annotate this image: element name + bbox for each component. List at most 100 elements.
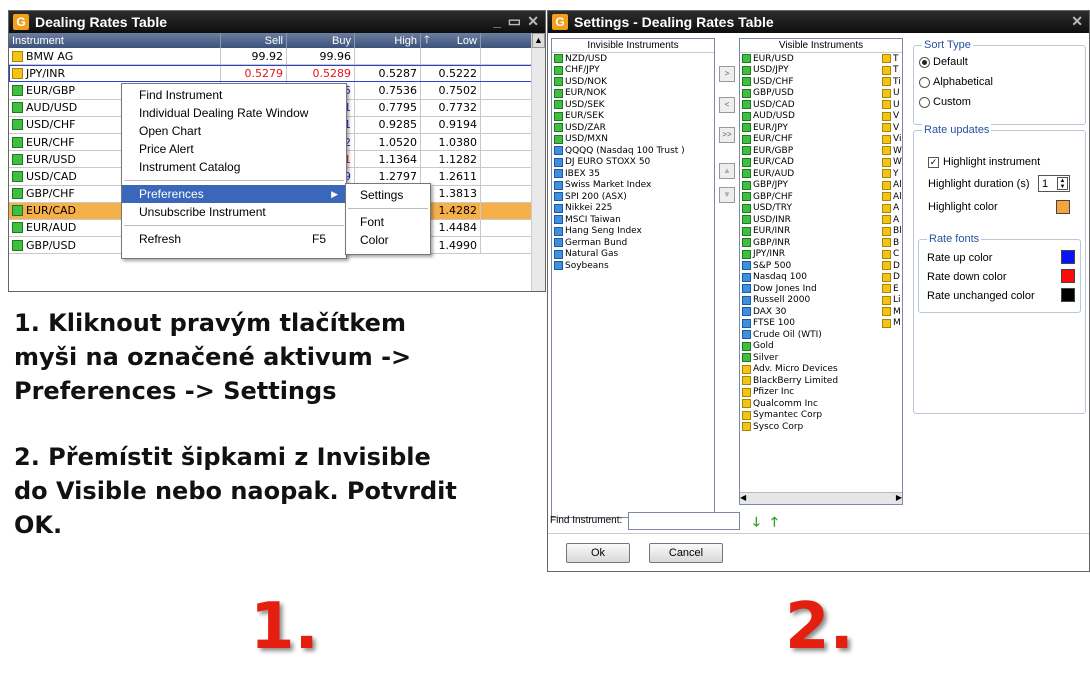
list-item[interactable]: USD/ZAR — [552, 122, 714, 134]
menu-unsubscribe[interactable]: Unsubscribe Instrument — [122, 203, 346, 221]
list-item[interactable]: DJ EURO STOXX 50 — [552, 157, 714, 169]
col-header-buy[interactable]: Buy — [287, 33, 355, 48]
list-item[interactable]: W — [880, 145, 902, 157]
submenu-font[interactable]: Font — [346, 213, 430, 231]
cancel-button[interactable]: Cancel — [649, 543, 723, 563]
list-item[interactable]: GBP/USD — [740, 88, 880, 100]
rate-up-color-swatch[interactable] — [1061, 250, 1075, 264]
list-item[interactable]: EUR/INR — [740, 226, 880, 238]
list-item[interactable]: EUR/GBP — [740, 145, 880, 157]
list-item[interactable]: Al — [880, 180, 902, 192]
visible-list-hscroll[interactable]: ◀ ▶ — [740, 492, 902, 504]
list-item[interactable]: IBEX 35 — [552, 168, 714, 180]
list-item[interactable]: USD/TRY — [740, 203, 880, 215]
list-item[interactable]: D — [880, 260, 902, 272]
rate-down-color-swatch[interactable] — [1061, 269, 1075, 283]
list-item[interactable]: USD/NOK — [552, 76, 714, 88]
list-item[interactable]: Y — [880, 168, 902, 180]
find-instrument-input[interactable] — [628, 512, 740, 530]
list-item[interactable]: CHF/JPY — [552, 65, 714, 77]
list-item[interactable]: Ti — [880, 76, 902, 88]
list-item[interactable]: M — [880, 318, 902, 330]
list-item[interactable]: Dow Jones Ind — [740, 283, 880, 295]
table-row[interactable]: BMW AG 99.92 99.96 — [9, 48, 533, 66]
list-item[interactable]: USD/CHF — [740, 76, 880, 88]
list-item[interactable]: Nikkei 225 — [552, 203, 714, 215]
list-item[interactable]: Adv. Micro Devices — [740, 364, 880, 376]
move-down-button[interactable]: ▼ — [719, 187, 735, 203]
close-icon[interactable]: ✕ — [527, 13, 539, 30]
submenu-color[interactable]: Color — [346, 231, 430, 249]
list-item[interactable]: E — [880, 283, 902, 295]
col-header-instrument[interactable]: Instrument — [9, 33, 221, 48]
sort-alphabetical-radio[interactable]: Alphabetical — [919, 76, 993, 88]
list-item[interactable]: Vi — [880, 134, 902, 146]
list-item[interactable]: GBP/CHF — [740, 191, 880, 203]
list-item[interactable]: M — [880, 306, 902, 318]
list-item[interactable]: USD/INR — [740, 214, 880, 226]
list-item[interactable]: Hang Seng Index — [552, 226, 714, 238]
list-item[interactable]: EUR/CHF — [740, 134, 880, 146]
list-item[interactable]: EUR/USD — [740, 53, 880, 65]
list-item[interactable]: D — [880, 272, 902, 284]
list-item[interactable]: C — [880, 249, 902, 261]
list-item[interactable]: Pfizer Inc — [740, 387, 880, 399]
list-item[interactable]: Li — [880, 295, 902, 307]
ok-button[interactable]: Ok — [566, 543, 630, 563]
menu-individual-window[interactable]: Individual Dealing Rate Window — [122, 104, 346, 122]
minimize-icon[interactable]: _ — [493, 13, 501, 29]
list-item[interactable]: QQQQ (Nasdaq 100 Trust ) — [552, 145, 714, 157]
list-item[interactable]: AUD/USD — [740, 111, 880, 123]
list-item[interactable]: SPI 200 (ASX) — [552, 191, 714, 203]
close-icon[interactable]: ✕ — [1071, 13, 1083, 30]
invisible-instruments-list[interactable]: Invisible Instruments NZD/USD CHF/JPY USD/… — [551, 38, 715, 518]
list-item[interactable]: USD/CAD — [740, 99, 880, 111]
list-item[interactable]: Gold — [740, 341, 880, 353]
list-item[interactable]: T — [880, 53, 902, 65]
list-item[interactable]: GBP/JPY — [740, 180, 880, 192]
list-item[interactable]: German Bund — [552, 237, 714, 249]
find-up-arrow-icon[interactable]: 🡑 — [771, 513, 778, 535]
highlight-duration-stepper[interactable]: 1 ▲ ▼ — [1038, 175, 1070, 192]
list-item[interactable]: Natural Gas — [552, 249, 714, 261]
list-item[interactable]: EUR/NOK — [552, 88, 714, 100]
list-item[interactable]: Swiss Market Index — [552, 180, 714, 192]
list-item[interactable]: A — [880, 214, 902, 226]
list-item[interactable]: S&P 500 — [740, 260, 880, 272]
menu-refresh[interactable]: Refresh F5 — [122, 230, 346, 248]
list-item[interactable]: V — [880, 111, 902, 123]
visible-instruments-list[interactable]: Visible Instruments EUR/USD USD/JPY USD/CH… — [739, 38, 903, 505]
sort-custom-radio[interactable]: Custom — [919, 96, 971, 108]
scroll-left-icon[interactable]: ◀ — [740, 493, 746, 504]
menu-price-alert[interactable]: Price Alert — [122, 140, 346, 158]
sort-default-radio[interactable]: Default — [919, 56, 968, 68]
list-item[interactable]: Symantec Corp — [740, 410, 880, 422]
col-header-sell[interactable]: Sell — [221, 33, 287, 48]
move-right-button[interactable]: > — [719, 66, 735, 82]
list-item[interactable]: U — [880, 99, 902, 111]
highlight-color-swatch[interactable] — [1056, 200, 1070, 214]
move-up-button[interactable]: ▲ — [719, 163, 735, 179]
move-all-right-button[interactable]: >> — [719, 127, 735, 143]
menu-instrument-catalog[interactable]: Instrument Catalog — [122, 158, 346, 176]
maximize-icon[interactable]: ▭ — [508, 13, 521, 30]
list-item[interactable]: B — [880, 237, 902, 249]
highlight-instrument-checkbox[interactable]: ✓ Highlight instrument — [928, 156, 1040, 168]
list-item[interactable]: Soybeans — [552, 260, 714, 272]
list-item[interactable]: USD/JPY — [740, 65, 880, 77]
list-item[interactable]: NZD/USD — [552, 53, 714, 65]
list-item[interactable]: Al — [880, 191, 902, 203]
list-item[interactable]: EUR/CAD — [740, 157, 880, 169]
submenu-settings[interactable]: Settings — [346, 186, 430, 204]
col-header-low[interactable]: 🡑 Low — [421, 33, 481, 48]
list-item[interactable]: MSCI Taiwan — [552, 214, 714, 226]
list-item[interactable]: Crude Oil (WTI) — [740, 329, 880, 341]
rates-titlebar[interactable]: G Dealing Rates Table _ ▭ ✕ — [9, 11, 545, 33]
list-item[interactable]: EUR/AUD — [740, 168, 880, 180]
list-item[interactable]: Qualcomm Inc — [740, 398, 880, 410]
find-down-arrow-icon[interactable]: 🡓 — [753, 513, 760, 535]
list-item[interactable]: Silver — [740, 352, 880, 364]
list-item[interactable]: Russell 2000 — [740, 295, 880, 307]
move-left-button[interactable]: < — [719, 97, 735, 113]
list-item[interactable]: BlackBerry Limited — [740, 375, 880, 387]
